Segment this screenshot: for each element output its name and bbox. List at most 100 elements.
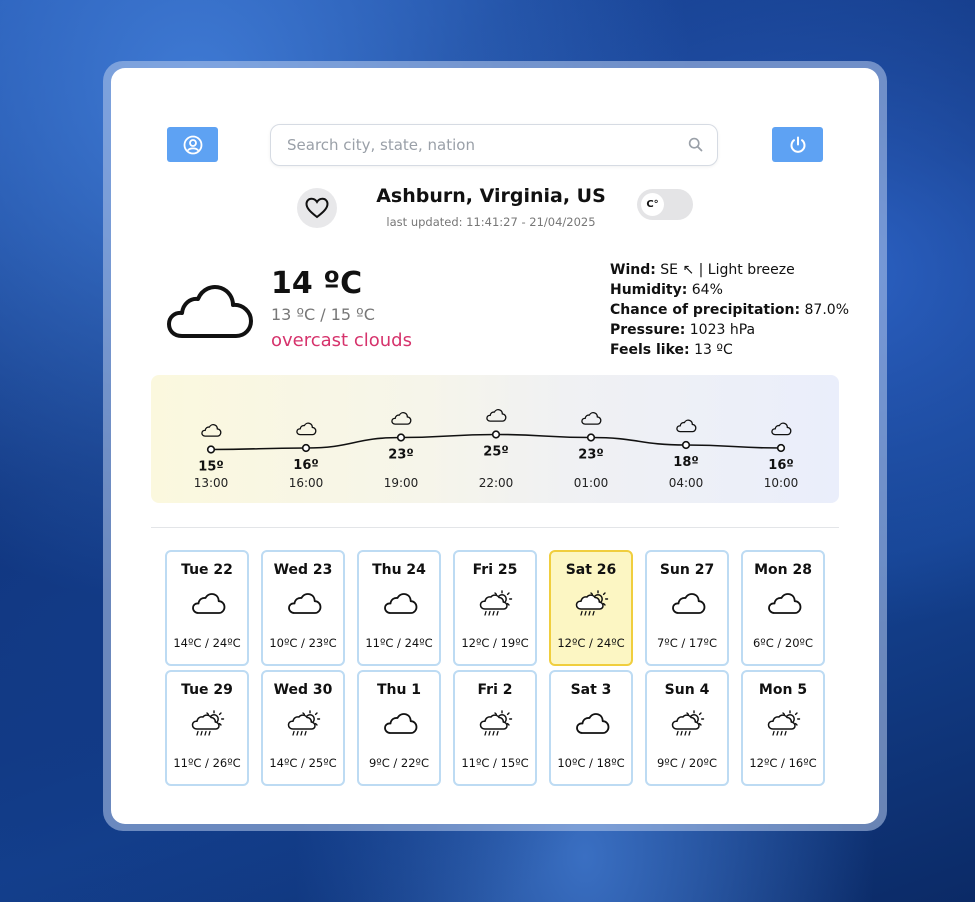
hourly-time-label: 22:00 [479, 476, 514, 490]
day-card[interactable]: Mon 28 6ºC / 20ºC [741, 550, 825, 666]
hourly-time-label: 16:00 [289, 476, 324, 490]
day-card[interactable]: Thu 1 9ºC / 22ºC [357, 670, 441, 786]
day-card[interactable]: Sun 4 9ºC / 20ºC [645, 670, 729, 786]
hourly-temp-label: 18º [673, 455, 698, 470]
day-name: Thu 1 [376, 682, 422, 698]
detail-label: Feels like: [610, 342, 690, 358]
hourly-point [491, 430, 501, 439]
cloud-icon [768, 593, 802, 614]
cloud-icon [672, 593, 706, 614]
hourly-cloud-icon [676, 419, 697, 433]
hourly-cloud-icon [771, 422, 792, 436]
cloud-icon [288, 593, 322, 614]
day-card[interactable]: Wed 23 10ºC / 23ºC [261, 550, 345, 666]
day-card[interactable]: Thu 24 11ºC / 24ºC [357, 550, 441, 666]
sun-rain-icon [287, 710, 321, 736]
detail-value: 13 ºC [694, 342, 733, 358]
day-temp-range: 14ºC / 24ºC [173, 636, 241, 650]
day-temp-range: 7ºC / 17ºC [656, 636, 718, 650]
day-name: Sat 3 [570, 682, 612, 698]
day-card[interactable]: Sat 26 12ºC / 24ºC [549, 550, 633, 666]
heart-icon [305, 197, 329, 219]
hourly-temp-label: 16º [293, 458, 318, 473]
profile-button[interactable] [167, 127, 218, 162]
sun-rain-icon [479, 590, 513, 616]
day-card[interactable]: Sat 3 10ºC / 18ºC [549, 670, 633, 786]
hourly-temp-label: 25º [483, 445, 508, 460]
hourly-point [301, 443, 311, 453]
day-temp-range: 10ºC / 18ºC [557, 756, 625, 770]
hourly-point [681, 440, 691, 450]
day-temp-range: 11ºC / 24ºC [365, 636, 433, 650]
day-name: Tue 29 [181, 682, 233, 698]
detail-value: SE ↖ | Light breeze [660, 262, 795, 278]
day-name: Fri 25 [472, 562, 518, 578]
day-temp-range: 11ºC / 15ºC [461, 756, 529, 770]
detail-label: Chance of precipitation: [610, 302, 801, 318]
cloud-icon [192, 593, 226, 614]
detail-value: 64% [691, 282, 723, 298]
day-temp-range: 11ºC / 26ºC [173, 756, 241, 770]
last-updated: last updated: 11:41:27 - 21/04/2025 [386, 215, 596, 229]
day-card[interactable]: Sun 27 7ºC / 17ºC [645, 550, 729, 666]
detail-wind: Wind: SE ↖ | Light breeze [610, 260, 849, 280]
power-icon [790, 136, 805, 153]
day-card[interactable]: Fri 25 12ºC / 19ºC [453, 550, 537, 666]
hourly-forecast: 15º 13:00 16º 16:00 23º 19:00 25º 22:00 23º 01:00… [151, 375, 839, 503]
day-name: Wed 23 [273, 562, 333, 578]
day-name: Sun 4 [664, 682, 710, 698]
weather-card: Ashburn, Virginia, US last updated: 11:4… [111, 68, 879, 824]
current-temperature: 14 ºC [271, 266, 363, 301]
day-name: Mon 5 [758, 682, 808, 698]
search-input[interactable] [287, 125, 677, 165]
current-description: overcast clouds [271, 330, 412, 351]
hourly-point [396, 433, 406, 442]
detail-pressure: Pressure: 1023 hPa [610, 320, 849, 340]
favorite-button[interactable] [297, 188, 337, 228]
day-card[interactable]: Wed 30 14ºC / 25ºC [261, 670, 345, 786]
cloud-icon [384, 713, 418, 734]
hourly-time-label: 10:00 [764, 476, 799, 490]
hourly-temp-label: 15º [198, 460, 223, 475]
day-temp-range: 9ºC / 22ºC [368, 756, 430, 770]
cloud-icon [167, 285, 253, 338]
search-box [270, 124, 718, 166]
power-button[interactable] [772, 127, 823, 162]
hourly-point [776, 443, 786, 453]
hourly-cloud-icon [201, 424, 222, 437]
city-name: Ashburn, Virginia, US [376, 185, 606, 207]
hourly-cloud-icon [391, 412, 412, 425]
hourly-time-label: 01:00 [574, 476, 609, 490]
day-card[interactable]: Tue 29 11ºC / 26ºC [165, 670, 249, 786]
sun-rain-icon [575, 590, 609, 616]
detail-label: Humidity: [610, 282, 688, 298]
search-icon[interactable] [688, 137, 703, 152]
detail-precipitation: Chance of precipitation: 87.0% [610, 300, 849, 320]
detail-value: 87.0% [804, 302, 849, 318]
unit-toggle[interactable]: C° [637, 189, 693, 220]
day-name: Wed 30 [273, 682, 333, 698]
hourly-cloud-icon [581, 412, 602, 425]
day-name: Mon 28 [754, 562, 812, 578]
day-card[interactable]: Fri 2 11ºC / 15ºC [453, 670, 537, 786]
hourly-point [206, 445, 216, 454]
day-name: Sun 27 [659, 562, 715, 578]
day-temp-range: 12ºC / 19ºC [461, 636, 529, 650]
cloud-icon [576, 713, 610, 734]
day-temp-range: 10ºC / 23ºC [269, 636, 337, 650]
hourly-temp-label: 23º [578, 448, 603, 463]
section-divider [151, 527, 839, 528]
hourly-temperature-chart: 15º13:00 16º 16:00 23º 19:00 25º 22:00 23º 01:00… [194, 409, 799, 490]
user-circle-icon [183, 135, 202, 154]
current-min-max: 13 ºC / 15 ºC [271, 305, 375, 324]
hourly-cloud-icon [296, 422, 317, 436]
sun-rain-icon [479, 710, 513, 736]
sun-rain-icon [671, 710, 705, 736]
detail-value: 1023 hPa [689, 322, 756, 338]
detail-feels-like: Feels like: 13 ºC [610, 340, 849, 360]
day-name: Thu 24 [372, 562, 426, 578]
day-card[interactable]: Tue 22 14ºC / 24ºC [165, 550, 249, 666]
day-card[interactable]: Mon 5 12ºC / 16ºC [741, 670, 825, 786]
day-name: Sat 26 [565, 562, 617, 578]
day-name: Fri 2 [477, 682, 513, 698]
